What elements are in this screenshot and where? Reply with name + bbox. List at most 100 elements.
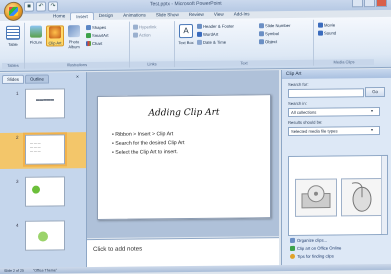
minimize-button[interactable] (352, 0, 363, 8)
clip-art-task-pane: Clip Art Search for: Go Search in: All c… (281, 68, 391, 268)
cd-player-icon (301, 185, 331, 209)
clip-art-online-link[interactable]: Clip art on Office Online (290, 245, 341, 252)
task-pane-header: Clip Art (282, 68, 391, 80)
chevron-down-icon[interactable]: ▾ (368, 126, 376, 133)
slide-number: 4 (16, 222, 19, 228)
illustrations-group-label: Illustrations (25, 61, 129, 69)
slide-number-icon (259, 23, 264, 29)
slide-thumbnail-2[interactable]: — — — — — — — — — (23, 132, 67, 167)
help-icon (290, 254, 295, 260)
wordart-icon (197, 32, 202, 38)
table-icon (6, 25, 20, 40)
slide-title[interactable]: Adding Clip Art (98, 107, 270, 119)
results-scrollbar[interactable] (381, 155, 387, 235)
slide-number: 2 (16, 134, 19, 140)
slide-editing-area: Adding Clip Art Ribbon > Insert > Clip A… (87, 70, 279, 239)
thumbnail-lines: — — — — — — — — — (30, 141, 41, 154)
object-icon (259, 39, 264, 45)
shapes-button[interactable]: Shapes (86, 24, 106, 31)
picture-button[interactable]: Picture (28, 25, 44, 45)
smartart-button[interactable]: SmartArt (86, 32, 109, 39)
window-controls (352, 0, 387, 8)
organize-clips-link[interactable]: Organize clips... (290, 238, 327, 244)
search-in-label: Search in: (288, 100, 307, 106)
current-slide[interactable]: Adding Clip Art Ribbon > Insert > Clip A… (97, 94, 271, 220)
smartart-icon (86, 33, 91, 39)
symbol-button[interactable]: Symbol (259, 30, 279, 37)
slide-thumbnail-1[interactable]: ▬▬▬▬▬ (25, 88, 65, 119)
photo-album-button[interactable]: Photo Album (65, 25, 83, 49)
undo-icon[interactable]: ↶ (36, 1, 46, 12)
hyperlink-button[interactable]: Hyperlink (133, 23, 156, 30)
maximize-button[interactable] (364, 0, 375, 8)
close-button[interactable] (376, 0, 387, 8)
hyperlink-icon (133, 24, 138, 30)
calendar-icon (197, 40, 202, 46)
date-time-button[interactable]: Date & Time (197, 39, 226, 46)
tab-review[interactable]: Review (184, 11, 209, 19)
text-box-button[interactable]: A Text Box (178, 23, 194, 45)
action-button[interactable]: Action (133, 31, 151, 38)
links-group-label: Links (130, 61, 174, 68)
chart-icon (86, 41, 91, 47)
clip-art-button[interactable]: Clip Art (46, 25, 64, 47)
photo-album-icon (68, 25, 80, 38)
tables-group: Table Tables (2, 22, 25, 69)
tab-view[interactable]: View (209, 11, 229, 19)
slides-pane-tabs: Slides Outline (2, 74, 49, 84)
illustrations-group: Picture Clip Art Photo Album Shapes Smar… (25, 21, 130, 69)
tab-outline[interactable]: Outline (24, 74, 49, 84)
notes-placeholder: Click to add notes (93, 245, 143, 254)
clipart-thumb-icon (38, 231, 48, 242)
sound-icon (318, 31, 323, 37)
slide-thumbnail-3[interactable] (25, 176, 65, 207)
mouse-icon (351, 182, 372, 212)
tab-design[interactable]: Design (94, 12, 118, 20)
sound-button[interactable]: Sound (318, 29, 336, 37)
ribbon: Table Tables Picture Clip Art Photo Albu… (0, 16, 391, 72)
slide-bullets[interactable]: Ribbon > Insert > Clip Art Search for th… (112, 130, 184, 158)
header-footer-button[interactable]: Header & Footer (197, 23, 234, 30)
search-in-select[interactable]: All collections (288, 107, 380, 117)
tab-slides[interactable]: Slides (2, 74, 24, 84)
links-group: Hyperlink Action Links (130, 21, 175, 68)
tips-link[interactable]: Tips for finding clips (290, 254, 334, 260)
text-group-label: Text (175, 59, 313, 68)
slide-number: 3 (16, 178, 19, 184)
slides-pane: Slides Outline × 1 ▬▬▬▬▬ 2 — — — — — — — —… (0, 72, 87, 271)
table-button[interactable]: Table (5, 25, 21, 47)
chevron-down-icon[interactable]: ▾ (368, 107, 376, 114)
theme-name: "Office Theme" (32, 268, 57, 273)
wordart-button[interactable]: WordArt (197, 31, 218, 38)
clip-result-2[interactable] (341, 177, 383, 217)
clip-art-icon (49, 26, 61, 39)
save-icon[interactable]: ■ (24, 1, 34, 12)
search-input[interactable] (288, 88, 364, 98)
text-box-icon: A (179, 23, 193, 39)
office-button[interactable] (4, 1, 23, 21)
go-button[interactable]: Go (365, 86, 385, 98)
slide-number: 1 (16, 90, 19, 96)
shapes-icon (86, 25, 91, 31)
task-pane-title: Clip Art (286, 71, 302, 78)
office-logo-icon (9, 6, 18, 16)
picture-icon (30, 25, 42, 38)
chart-button[interactable]: Chart (86, 40, 102, 47)
slide-thumbnail-4[interactable] (25, 220, 65, 251)
object-button[interactable]: Object (259, 38, 277, 45)
slide-count: Slide 2 of 25 (4, 268, 24, 273)
clip-art-results (288, 154, 388, 236)
tab-add-ins[interactable]: Add-Ins (229, 10, 255, 18)
media-clips-group-label: Media Clips (314, 59, 374, 66)
clip-result-1[interactable] (295, 178, 337, 217)
media-clips-group: Movie Sound Media Clips (314, 19, 374, 66)
action-icon (133, 32, 138, 38)
redo-icon[interactable]: ↷ (48, 1, 58, 12)
tab-home[interactable]: Home (48, 12, 70, 20)
slide-number-button[interactable]: Slide Number (259, 22, 290, 29)
movie-button[interactable]: Movie (318, 21, 335, 29)
powerpoint-window: ■ ↶ ↷ Test.pptx - Microsoft PowerPoint H… (0, 0, 391, 274)
close-icon[interactable]: × (76, 74, 79, 80)
tables-group-label: Tables (2, 62, 24, 69)
results-type-select[interactable]: Selected media file types (288, 126, 380, 136)
